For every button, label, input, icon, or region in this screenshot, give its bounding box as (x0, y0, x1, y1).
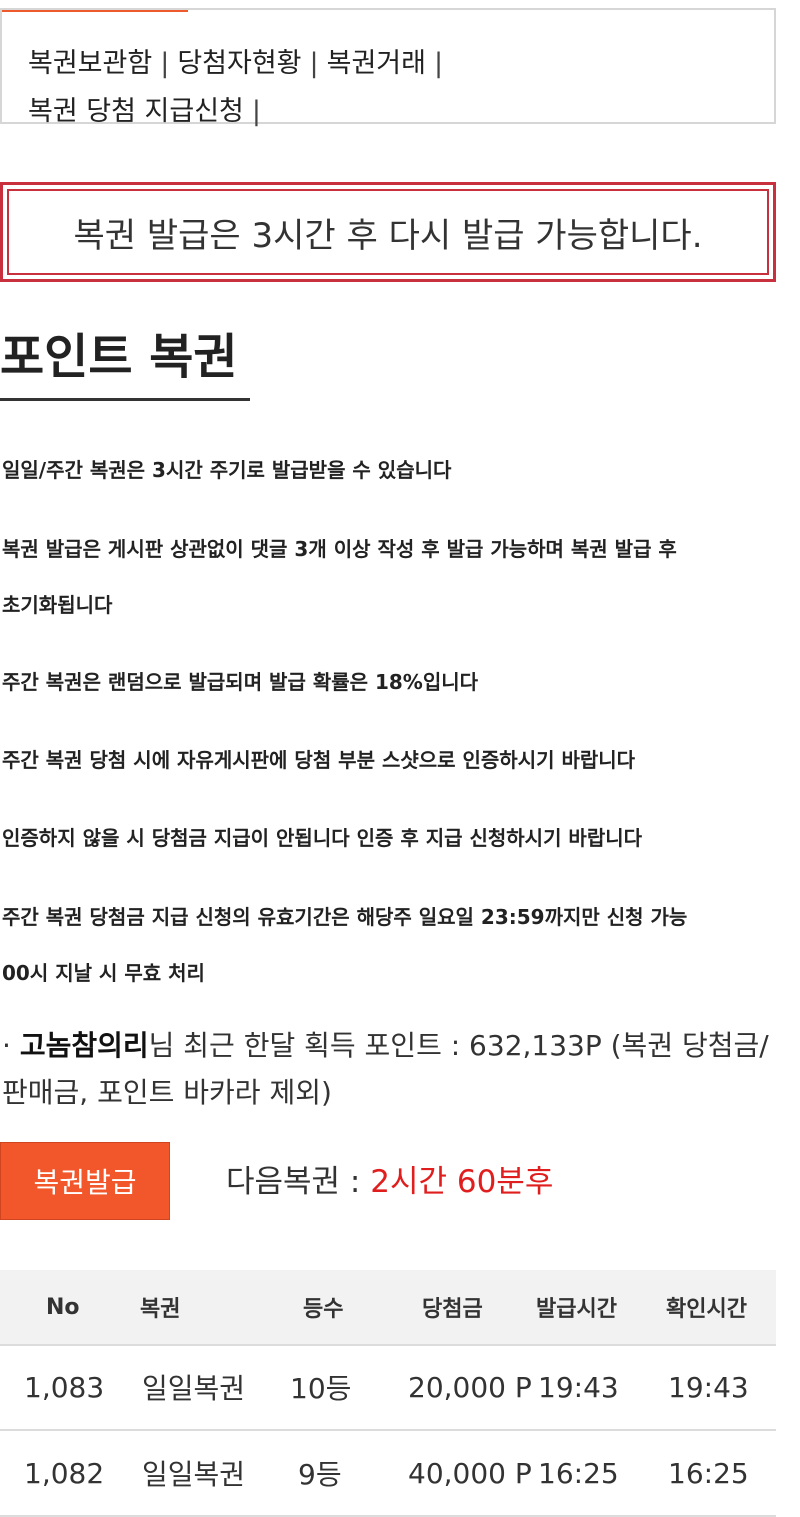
tab-separator: | (434, 48, 444, 79)
issue-lottery-button[interactable]: 복권발급 (0, 1142, 170, 1220)
tab-links: 복권보관함 | 당첨자현황 | 복권거래 | 복권 당첨 지급신청 | (28, 40, 728, 136)
cell-issued-time: 16:25 (538, 1456, 619, 1490)
title-underline (0, 398, 250, 401)
col-issued-time: 발급시간 (536, 1297, 617, 1322)
next-lottery-label: 다음복권 : (226, 1164, 371, 1200)
cell-lottery: 일일복권 (142, 1458, 246, 1491)
cell-no: 1,083 (24, 1370, 105, 1404)
cell-rank: 10등 (290, 1372, 352, 1405)
col-lottery: 복권 (140, 1297, 181, 1322)
tab-separator: | (160, 48, 170, 79)
cell-rank: 9등 (298, 1458, 342, 1491)
rule-text: 주간 복권 당첨 시에 자유게시판에 당첨 부분 스샷으로 인증하시기 바랍니다 (2, 748, 636, 772)
table-row: 1,082 일일복권 9등 40,000 P 16:25 16:25 (0, 1431, 776, 1517)
tab-lottery-trade[interactable]: 복권거래 (327, 48, 426, 79)
cell-prize: 40,000 P (408, 1456, 532, 1490)
tab-winners[interactable]: 당첨자현황 (177, 48, 301, 79)
rule-text: 주간 복권 당첨금 지급 신청의 유효기간은 해당주 일요일 23:59까지만 … (2, 905, 688, 929)
cell-lottery: 일일복권 (142, 1372, 246, 1405)
next-lottery-countdown: 2시간 60분후 (370, 1164, 554, 1200)
username: 고놈참의리 (19, 1029, 149, 1062)
rule-text: 주간 복권은 랜덤으로 발급되며 발급 확률은 18%입니다 (2, 670, 479, 694)
col-rank: 등수 (303, 1297, 344, 1322)
rule-text: 인증하지 않을 시 당첨금 지급이 안됩니다 인증 후 지급 신청하시기 바랍니… (2, 826, 643, 850)
tab-lottery-storage[interactable]: 복권보관함 (28, 48, 152, 79)
cell-prize: 20,000 P (408, 1370, 532, 1404)
cell-checked-time: 19:43 (668, 1370, 749, 1404)
col-checked-time: 확인시간 (666, 1297, 747, 1322)
rule-text: 복권 발급은 게시판 상관없이 댓글 3개 이상 작성 후 발급 가능하며 복권… (2, 537, 677, 561)
bullet: · (2, 1029, 11, 1062)
cell-checked-time: 16:25 (668, 1456, 749, 1490)
rule-text: 초기화됩니다 (2, 593, 113, 617)
table-row: 1,083 일일복권 10등 20,000 P 19:43 19:43 (0, 1345, 776, 1431)
rule-text: 일일/주간 복권은 3시간 주기로 발급받을 수 있습니다 (2, 458, 452, 482)
notice-box: 복권 발급은 3시간 후 다시 발급 가능합니다. (0, 182, 776, 282)
cell-no: 1,082 (24, 1456, 105, 1490)
next-lottery-info: 다음복권 : 2시간 60분후 (226, 1156, 553, 1201)
cell-issued-time: 19:43 (538, 1370, 619, 1404)
tab-separator: | (251, 96, 261, 127)
col-prize: 당첨금 (422, 1297, 483, 1322)
lottery-tab-menu: 복권보관함 | 당첨자현황 | 복권거래 | 복권 당첨 지급신청 | (0, 8, 776, 127)
col-no: No (46, 1294, 80, 1320)
page-title: 포인트 복권 (0, 329, 238, 385)
lottery-table-header: No 복권 등수 당첨금 발급시간 확인시간 (0, 1270, 776, 1346)
notice-text: 복권 발급은 3시간 후 다시 발급 가능합니다. (7, 189, 769, 275)
tab-separator: | (309, 48, 319, 79)
rule-text: 00시 지날 시 무효 처리 (2, 961, 205, 985)
monthly-points-info: · 고놈참의리님 최근 한달 획득 포인트 : 632,133P (복권 당첨금… (2, 1022, 778, 1116)
tab-payout-request[interactable]: 복권 당첨 지급신청 (28, 96, 244, 127)
